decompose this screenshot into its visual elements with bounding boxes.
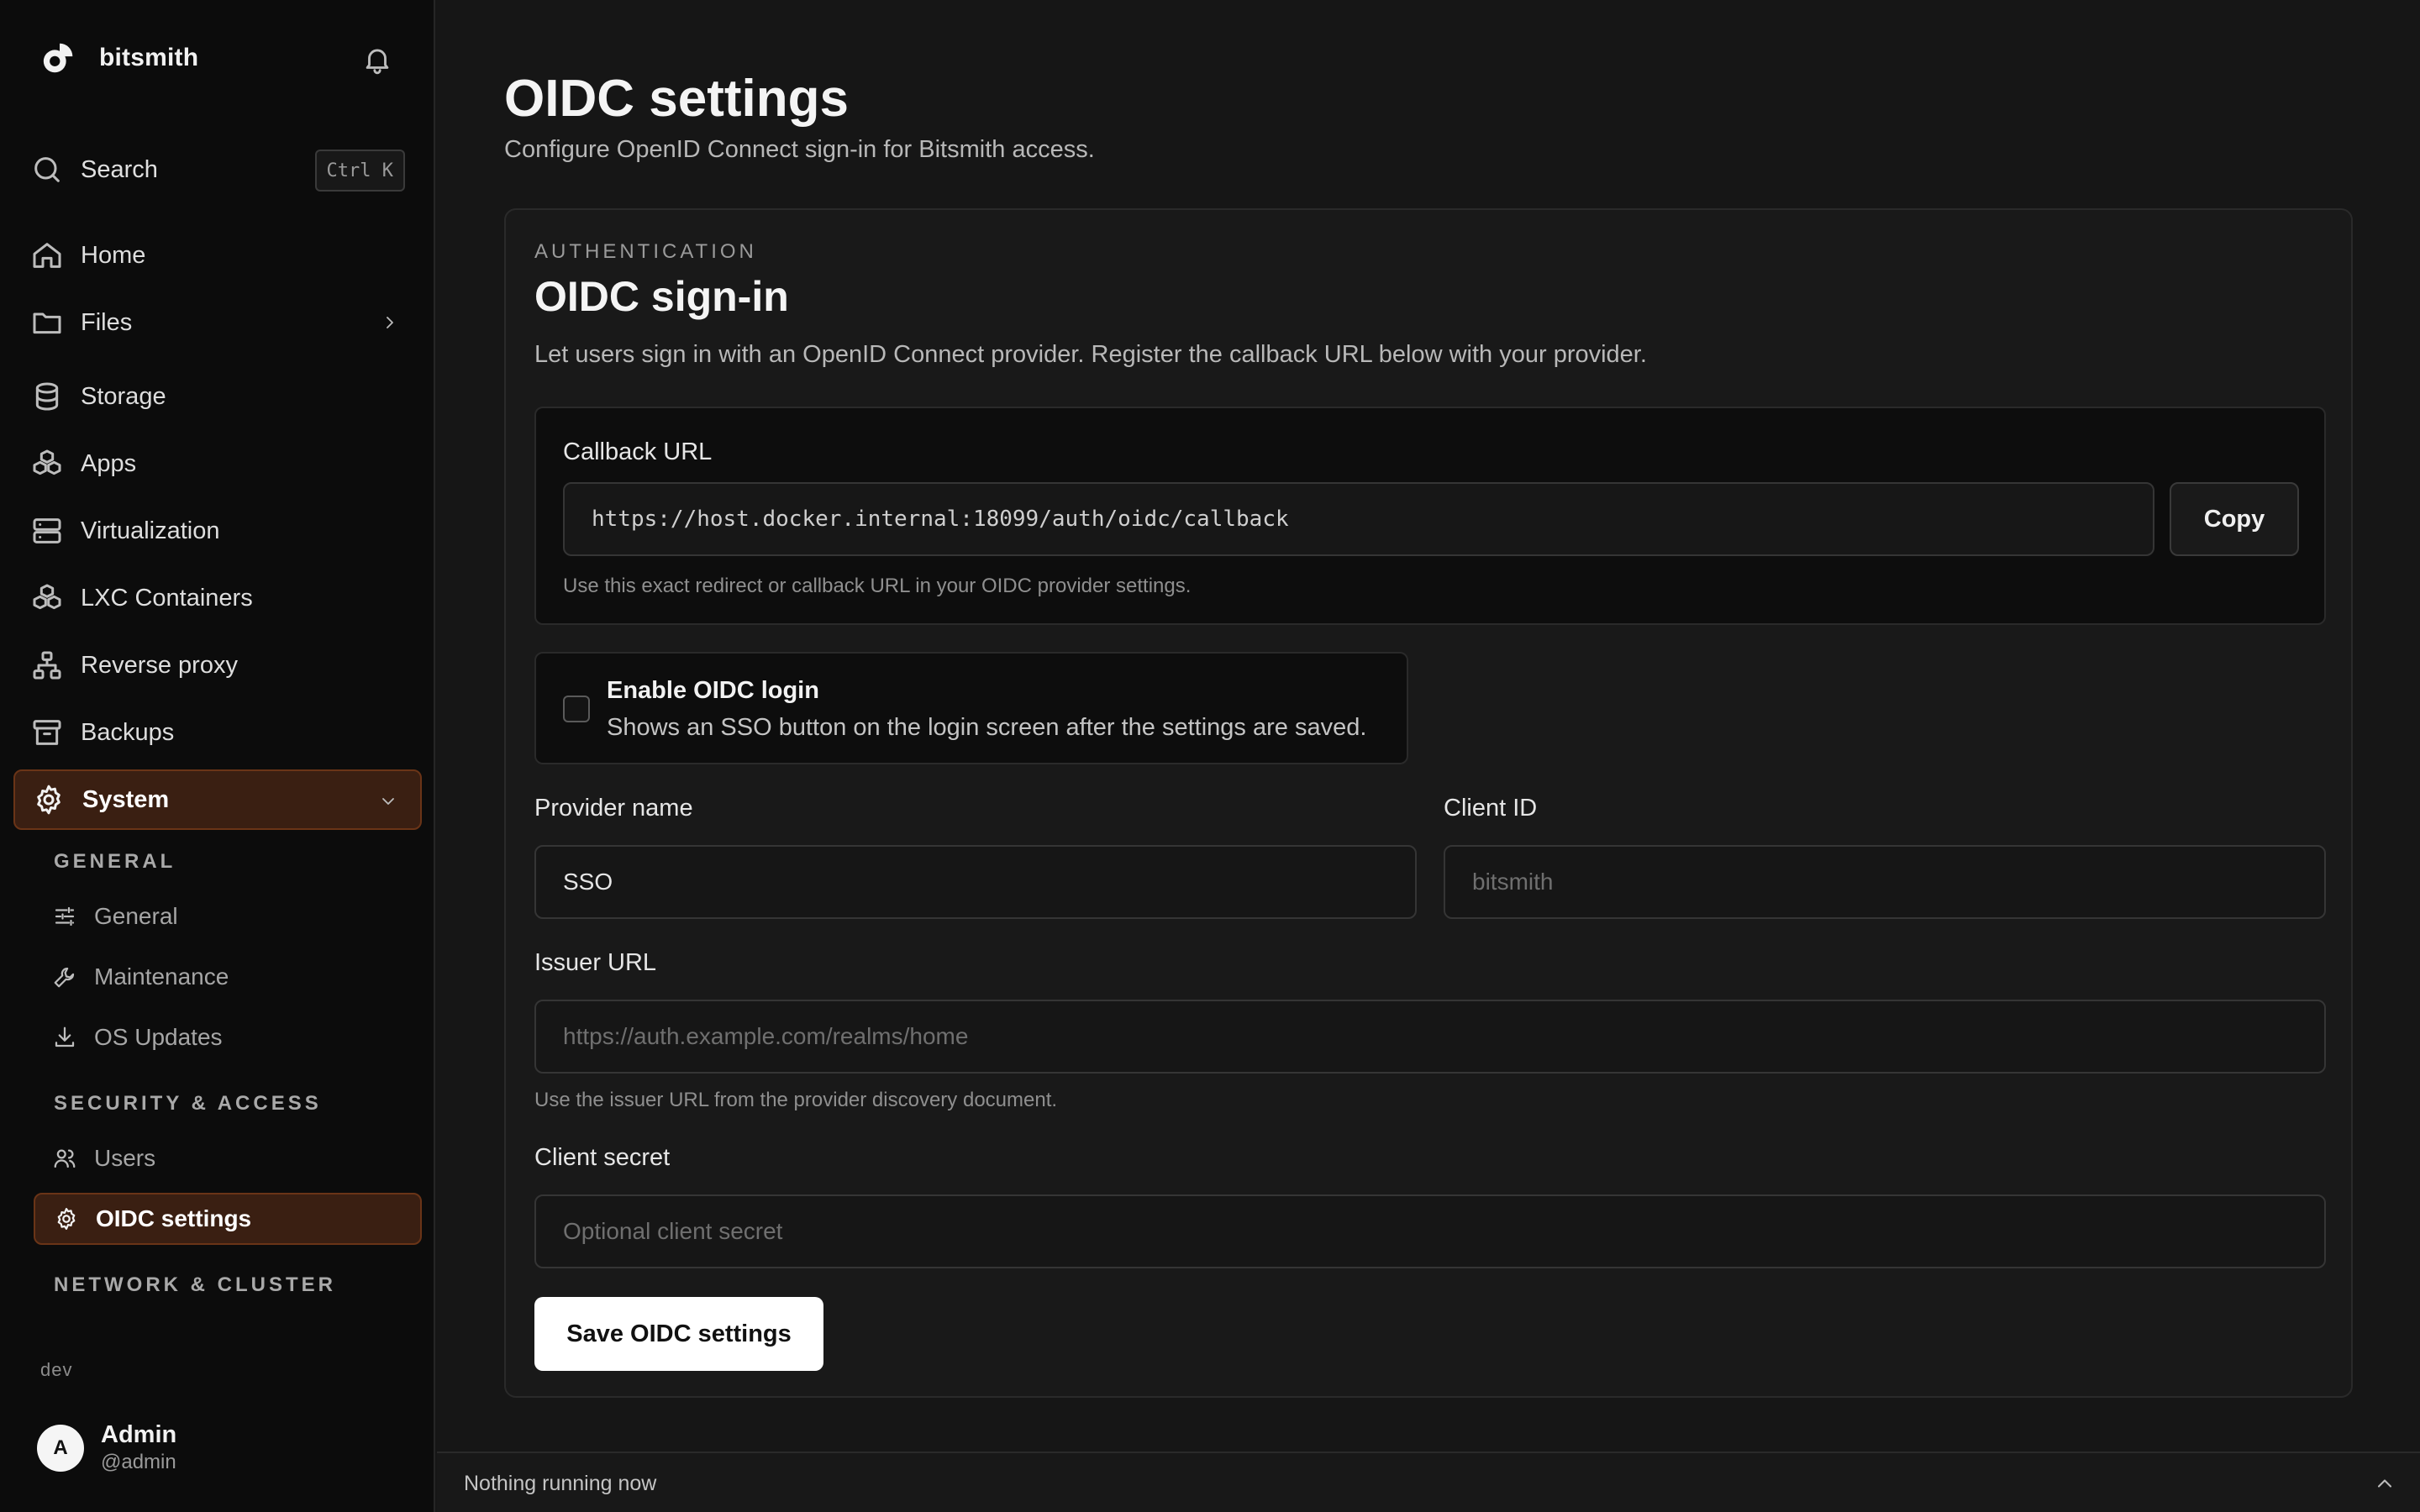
issuer-url-label: Issuer URL [534,949,657,976]
sidebar-item-label: Users [94,1145,156,1171]
nav-item-label: Reverse proxy [81,651,238,679]
client-id-label: Client ID [1444,795,1538,822]
chevron-up-icon[interactable] [2373,1472,2396,1495]
wrench-icon [54,967,75,988]
chevron-right-icon [387,317,393,328]
gear-icon [57,1208,76,1230]
sidebar-item-label: Maintenance [94,963,229,990]
nav-item-label: Files [81,308,133,336]
enable-oidc-title: Enable OIDC login [607,677,819,704]
server-icon [33,518,61,543]
user-handle: @admin [101,1451,176,1473]
enable-oidc-description: Shows an SSO button on the login screen … [607,714,1367,741]
enable-oidc-checkbox[interactable] [563,696,590,722]
section-label-general: GENERAL [54,850,176,873]
search-label: Search [81,155,158,183]
bitsmith-logo-icon [43,43,73,73]
sliders-icon [55,906,75,927]
search-icon [34,157,60,182]
client-secret-label: Client secret [534,1144,671,1171]
nav-item-virtualization[interactable]: Virtualization [13,501,422,561]
containers-icon [33,584,61,610]
home-icon [33,243,61,268]
avatar: A [37,1424,84,1472]
enable-oidc-option[interactable]: Enable OIDC login Shows an SSO button on… [534,652,1408,764]
nav-item-label: System [82,785,170,813]
sidebar-item-general[interactable]: General [34,890,422,942]
page-subtitle: Configure OpenID Connect sign-in for Bit… [504,136,1095,163]
copy-button[interactable]: Copy [2170,482,2299,556]
section-label-security: SECURITY & ACCESS [54,1092,322,1115]
nav-item-files[interactable]: Files [13,292,422,353]
client-id-input[interactable]: bitsmith [1444,845,2326,919]
oidc-card: AUTHENTICATION OIDC sign-in Let users si… [504,208,2353,1398]
brand[interactable]: bitsmith [40,39,198,77]
section-label-network[interactable]: NETWORK & CLUSTER [54,1273,336,1297]
sidebar: bitsmith Search Ctrl K Home Files Storag… [0,0,435,1512]
save-oidc-settings-button[interactable]: Save OIDC settings [534,1297,823,1371]
nav-item-system[interactable]: System [13,769,422,830]
search-button[interactable]: Search Ctrl K [30,144,405,195]
nav-item-storage[interactable]: Storage [13,366,422,427]
task-status-bar[interactable]: Nothing running now [437,1452,2420,1512]
sidebar-item-label: General [94,903,178,929]
provider-name-label: Provider name [534,795,693,822]
sidebar-item-os-updates[interactable]: OS Updates [34,1011,422,1063]
archive-icon [33,720,61,745]
task-status-text: Nothing running now [464,1472,657,1495]
callback-url-panel: Callback URL https://host.docker.interna… [534,407,2326,625]
environment-label: dev [40,1359,73,1380]
bell-icon[interactable] [361,44,393,76]
nav-item-label: LXC Containers [81,584,253,612]
nav-item-label: Backups [81,718,175,746]
nav-item-home[interactable]: Home [13,225,422,286]
provider-name-input[interactable]: SSO [534,845,1417,919]
users-icon [54,1149,76,1168]
callback-url-field[interactable]: https://host.docker.internal:18099/auth/… [563,482,2154,556]
user-menu[interactable]: A Admin @admin [37,1421,176,1474]
boxes-icon [33,449,61,475]
card-eyebrow: AUTHENTICATION [534,240,757,263]
download-icon [55,1026,75,1047]
nav-item-label: Apps [81,449,137,477]
sidebar-item-maintenance[interactable]: Maintenance [34,951,422,1003]
nav-item-backups[interactable]: Backups [13,702,422,763]
gear-icon [37,785,60,815]
nav-item-label: Home [81,241,146,269]
search-shortcut: Ctrl K [314,150,405,192]
callback-url-label: Callback URL [563,438,713,465]
card-title: OIDC sign-in [534,273,789,320]
database-icon [35,382,59,411]
sidebar-item-oidc-settings[interactable]: OIDC settings [34,1193,422,1245]
nav-item-apps[interactable]: Apps [13,433,422,494]
issuer-url-input[interactable]: https://auth.example.com/realms/home [534,1000,2326,1074]
network-icon [33,651,61,680]
sidebar-item-label: OS Updates [94,1024,223,1050]
card-description: Let users sign in with an OpenID Connect… [534,341,1647,368]
folder-icon [33,312,61,334]
issuer-url-hint: Use the issuer URL from the provider dis… [534,1089,1058,1111]
brand-name: bitsmith [99,44,199,71]
user-name: Admin [101,1421,177,1448]
sidebar-item-users[interactable]: Users [34,1132,422,1184]
nav-item-reverse-proxy[interactable]: Reverse proxy [13,635,422,696]
page-title: OIDC settings [504,70,849,128]
client-secret-input[interactable]: Optional client secret [534,1194,2326,1268]
nav-item-lxc-containers[interactable]: LXC Containers [13,568,422,628]
callback-url-hint: Use this exact redirect or callback URL … [563,575,1192,597]
chevron-down-icon [382,798,394,805]
sidebar-item-label: OIDC settings [96,1205,252,1231]
nav-item-label: Virtualization [81,517,220,544]
nav-item-label: Storage [81,382,166,410]
